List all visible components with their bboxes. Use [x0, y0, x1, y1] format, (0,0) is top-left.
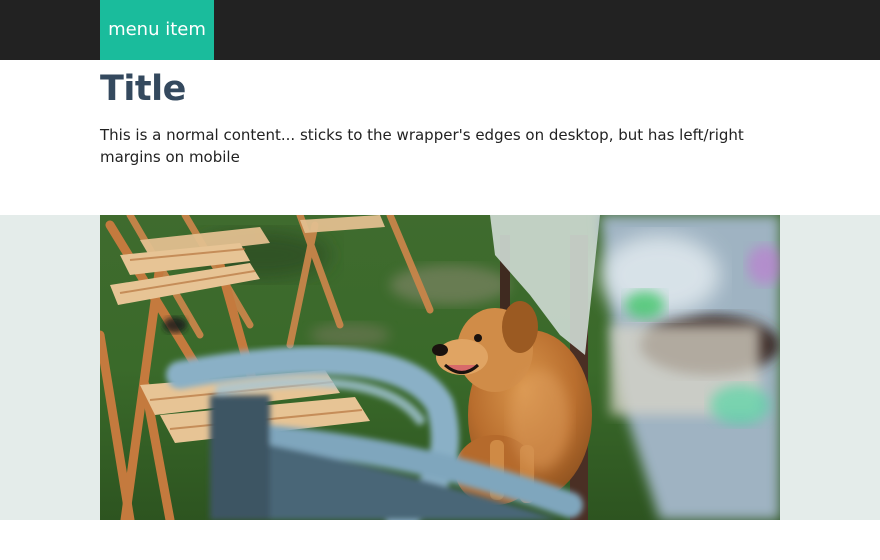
hero-photo-dog-garden-party [100, 215, 780, 520]
main-content: Title This is a normal content... sticks… [100, 60, 780, 168]
top-navigation-bar: menu item [0, 0, 880, 60]
nav-menu-item[interactable]: menu item [100, 0, 214, 60]
page-title: Title [100, 69, 186, 109]
content-paragraph: This is a normal content... sticks to th… [100, 126, 744, 166]
